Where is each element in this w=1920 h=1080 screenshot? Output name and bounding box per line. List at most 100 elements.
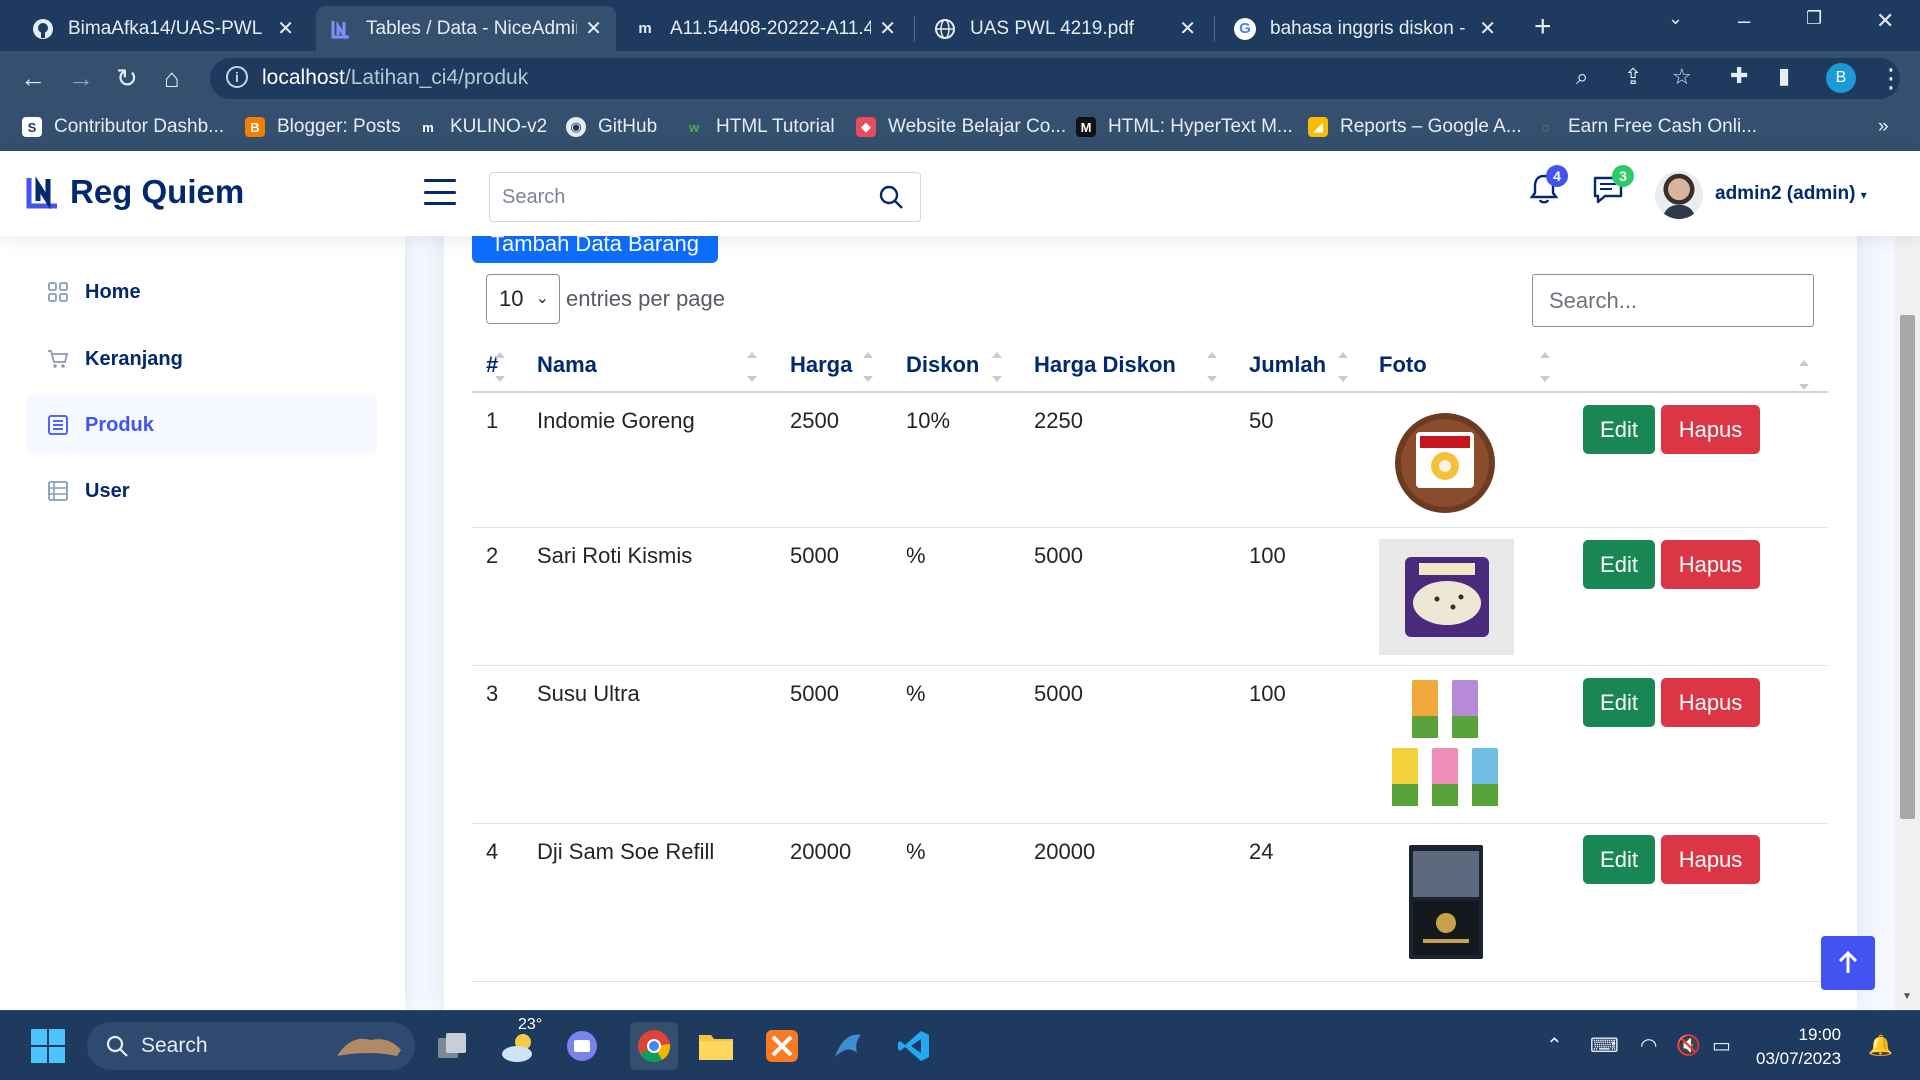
tab-google[interactable]: G bahasa inggris diskon - G ✕ xyxy=(1220,6,1510,51)
column-header-nama[interactable]: Nama xyxy=(537,352,597,378)
close-tab-icon[interactable]: ✕ xyxy=(277,16,294,41)
tab-kulino[interactable]: m A11.54408-20222-A11.42 ✕ xyxy=(620,6,910,51)
battery-icon[interactable]: ▭ xyxy=(1712,1033,1731,1058)
profile-avatar[interactable]: B xyxy=(1826,63,1856,93)
logo[interactable]: Reg Quiem xyxy=(26,173,244,211)
delete-button[interactable]: Hapus xyxy=(1661,678,1760,727)
address-bar[interactable]: i localhost/Latihan_ci4/produk ⌕ ⇪ ☆ xyxy=(210,58,1900,99)
side-panel-icon[interactable]: ▮ xyxy=(1778,63,1790,89)
bookmark-star-icon[interactable]: ☆ xyxy=(1672,64,1692,90)
edit-button[interactable]: Edit xyxy=(1583,540,1655,589)
bookmark-item[interactable]: m KULINO-v2 xyxy=(418,116,547,138)
show-hidden-icons[interactable]: ⌃ xyxy=(1546,1033,1563,1058)
site-info-icon[interactable]: i xyxy=(226,66,248,88)
bookmark-item[interactable]: ◢ Reports – Google A... xyxy=(1308,116,1522,138)
minimize-icon[interactable]: – xyxy=(1738,8,1750,34)
more-bookmarks-icon[interactable]: » xyxy=(1878,116,1889,138)
sidebar-toggle-icon[interactable] xyxy=(424,179,456,205)
tab-title: A11.54408-20222-A11.42 xyxy=(670,17,872,39)
home-icon[interactable]: ⌂ xyxy=(164,63,180,94)
taskbar-search[interactable]: Search xyxy=(87,1022,415,1070)
system-clock[interactable]: 19:00 03/07/2023 xyxy=(1756,1023,1841,1071)
sidebar-item-home[interactable]: Home xyxy=(27,262,377,322)
row-divider xyxy=(472,527,1828,528)
sidebar-item-user[interactable]: User xyxy=(27,461,377,521)
bookmark-item[interactable]: ◆ Website Belajar Co... xyxy=(856,116,1066,138)
notifications[interactable]: 4 xyxy=(1529,165,1568,210)
column-header-harga[interactable]: Harga xyxy=(790,352,852,378)
scrollbar-thumb[interactable] xyxy=(1900,315,1915,819)
close-tab-icon[interactable]: ✕ xyxy=(585,16,602,41)
close-tab-icon[interactable]: ✕ xyxy=(1479,16,1496,41)
edit-button[interactable]: Edit xyxy=(1583,405,1655,454)
menu-kebab-icon[interactable]: ⋮ xyxy=(1878,63,1904,94)
column-header-harga-diskon[interactable]: Harga Diskon xyxy=(1034,352,1176,378)
forward-icon[interactable]: → xyxy=(68,63,94,94)
sort-icon[interactable] xyxy=(863,350,873,384)
restore-icon[interactable]: ❐ xyxy=(1806,8,1822,29)
tab-pdf[interactable]: UAS PWL 4219.pdf ✕ xyxy=(920,6,1210,51)
header-search-input[interactable] xyxy=(490,173,860,221)
delete-button[interactable]: Hapus xyxy=(1661,405,1760,454)
edit-button[interactable]: Edit xyxy=(1583,678,1655,727)
column-header-jumlah[interactable]: Jumlah xyxy=(1249,352,1326,378)
table-header-divider xyxy=(472,391,1828,393)
column-header-diskon[interactable]: Diskon xyxy=(906,352,979,378)
window-close-icon[interactable]: ✕ xyxy=(1876,8,1894,34)
chrome-taskbar-icon[interactable] xyxy=(630,1022,678,1070)
edit-button[interactable]: Edit xyxy=(1583,835,1655,884)
teams-chat-icon[interactable] xyxy=(562,1026,602,1066)
table-search-input[interactable] xyxy=(1533,275,1813,326)
notification-center-icon[interactable]: 🔔 xyxy=(1868,1033,1893,1058)
bookmark-item[interactable]: M HTML: HyperText M... xyxy=(1076,116,1293,138)
mysql-workbench-icon[interactable] xyxy=(828,1026,868,1066)
extensions-icon[interactable]: ✚ xyxy=(1730,63,1748,89)
search-icon[interactable] xyxy=(878,184,904,210)
url-text[interactable]: localhost/Latihan_ci4/produk xyxy=(262,66,528,90)
tab-search-chevron-icon[interactable]: ⌄ xyxy=(1668,8,1683,29)
speaker-muted-icon[interactable]: 🔇 xyxy=(1676,1033,1701,1058)
windows-start-icon[interactable] xyxy=(28,1026,68,1066)
file-explorer-icon[interactable] xyxy=(696,1026,736,1066)
close-tab-icon[interactable]: ✕ xyxy=(879,16,896,41)
tab-github[interactable]: BimaAfka14/UAS-PWL ✕ xyxy=(18,6,308,51)
xampp-icon[interactable] xyxy=(762,1026,802,1066)
bookmark-item[interactable]: B Blogger: Posts xyxy=(245,116,401,138)
tab-niceadmin[interactable]: Tables / Data - NiceAdmin ✕ xyxy=(316,6,616,51)
user-avatar[interactable] xyxy=(1655,171,1703,219)
wifi-icon[interactable]: ◠ xyxy=(1640,1033,1657,1058)
sort-icon[interactable] xyxy=(1207,350,1217,384)
share-icon[interactable]: ⇪ xyxy=(1624,64,1642,90)
sort-icon[interactable] xyxy=(495,350,505,384)
bookmark-item[interactable]: ◉ GitHub xyxy=(566,116,657,138)
column-header-foto[interactable]: Foto xyxy=(1379,352,1427,378)
sort-icon[interactable] xyxy=(992,350,1002,384)
sidebar-item-keranjang[interactable]: Keranjang xyxy=(27,329,377,389)
weather-widget[interactable]: 23° xyxy=(496,1016,542,1066)
new-tab-icon[interactable]: + xyxy=(1534,10,1552,44)
sidebar-item-produk[interactable]: Produk xyxy=(27,395,377,455)
reload-icon[interactable]: ↻ xyxy=(116,63,138,94)
bookmark-item[interactable]: ◌ Earn Free Cash Onli... xyxy=(1536,116,1757,138)
delete-button[interactable]: Hapus xyxy=(1661,540,1760,589)
vscode-icon[interactable] xyxy=(894,1026,934,1066)
back-to-top-button[interactable] xyxy=(1821,936,1875,990)
sidebar-item-label: Keranjang xyxy=(85,347,183,370)
delete-button[interactable]: Hapus xyxy=(1661,835,1760,884)
sort-icon[interactable] xyxy=(1540,350,1550,384)
back-icon[interactable]: ← xyxy=(20,63,46,94)
close-tab-icon[interactable]: ✕ xyxy=(1179,16,1196,41)
sort-icon[interactable] xyxy=(1338,350,1348,384)
user-menu[interactable]: admin2 (admin) ▾ xyxy=(1715,183,1867,205)
zoom-icon[interactable]: ⌕ xyxy=(1576,64,1588,90)
row-divider xyxy=(472,823,1828,824)
page-scrollbar[interactable]: ▲ ▼ xyxy=(1895,151,1920,1010)
sort-icon[interactable] xyxy=(747,350,757,384)
keyboard-icon[interactable]: ⌨ xyxy=(1590,1033,1619,1058)
messages[interactable]: 3 xyxy=(1592,165,1634,210)
bookmark-item[interactable]: S Contributor Dashb... xyxy=(22,116,224,138)
entries-per-page-select[interactable]: 10 ⌄ xyxy=(486,274,560,324)
sort-icon[interactable] xyxy=(1799,358,1809,392)
bookmark-item[interactable]: w HTML Tutorial xyxy=(684,116,835,138)
task-view-icon[interactable] xyxy=(432,1026,472,1066)
